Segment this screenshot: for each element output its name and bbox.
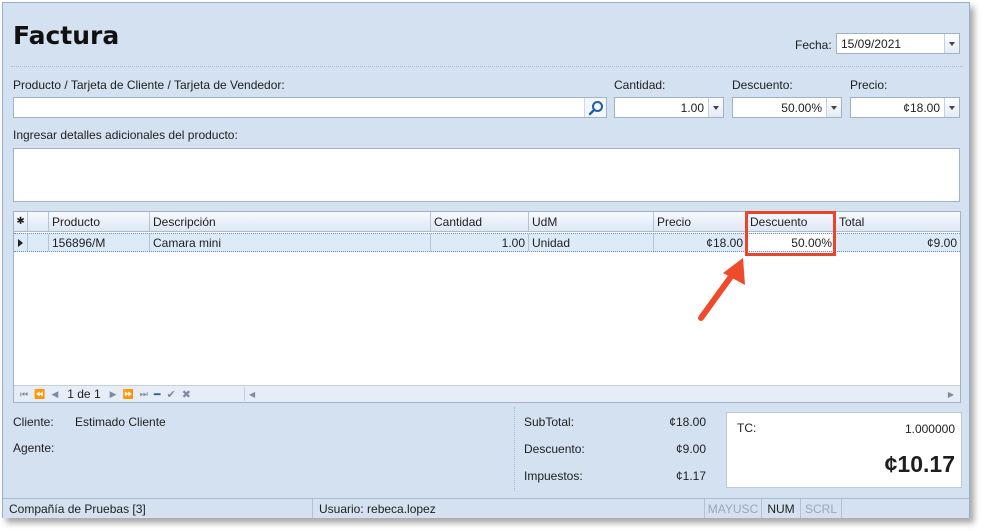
cell-descripcion[interactable]: Camara mini <box>150 234 431 251</box>
indicator-header <box>28 212 49 231</box>
check-icon[interactable]: ✔ <box>167 388 176 401</box>
detalles-textarea[interactable] <box>13 148 960 202</box>
search-icon[interactable] <box>584 98 606 117</box>
impuestos-label: Impuestos: <box>524 469 583 483</box>
agente-label: Agente: <box>13 441 55 455</box>
row-indicator <box>28 234 49 251</box>
chevron-down-icon[interactable] <box>708 98 723 117</box>
last-page-icon[interactable]: ⏭ <box>140 389 148 400</box>
fecha-field[interactable]: 15/09/2021 <box>836 33 960 54</box>
scroll-left-icon[interactable]: ◀ <box>249 390 255 399</box>
first-page-icon[interactable]: ⏮ <box>20 389 28 400</box>
status-mayusc: MAYUSC <box>705 499 762 518</box>
pager-text: 1 de 1 <box>67 387 101 401</box>
cell-producto[interactable]: 156896/M <box>49 234 150 251</box>
cantidad-value: 1.00 <box>680 100 704 115</box>
cell-precio[interactable]: ¢18.00 <box>654 234 747 251</box>
page-title: Factura <box>13 21 120 50</box>
cell-udm[interactable]: Unidad <box>529 234 654 251</box>
status-bar: Compañía de Pruebas [3] Usuario: rebeca.… <box>3 498 969 518</box>
impuestos-value: ¢1.17 <box>675 469 706 483</box>
next-page-group-icon[interactable]: ⏩ <box>123 389 134 400</box>
cliente-value: Estimado Cliente <box>75 415 166 429</box>
tc-label: TC: <box>737 421 757 435</box>
summary-descuento-value: ¢9.00 <box>675 442 706 456</box>
col-header-total[interactable]: Total <box>836 212 960 231</box>
new-row-icon[interactable]: ✱ <box>14 212 28 231</box>
cliente-label: Cliente: <box>13 415 54 429</box>
close-icon[interactable]: ✖ <box>182 388 191 401</box>
total-panel: TC: 1.000000 ¢10.17 <box>726 412 962 488</box>
cell-total[interactable]: ¢9.00 <box>836 234 960 251</box>
col-header-udm[interactable]: UdM <box>529 212 654 231</box>
fecha-value: 15/09/2021 <box>841 36 902 51</box>
grid-navigator: ⏮ ⏪ ◀ 1 de 1 ▶ ⏩ ⏭ ━ ✔ ✖ ◀ ▶ <box>14 385 960 402</box>
remove-icon[interactable]: ━ <box>154 388 161 401</box>
descuento-value: 50.00% <box>781 100 822 115</box>
summary-descuento-label: Descuento: <box>524 442 585 456</box>
chevron-down-icon[interactable] <box>944 34 959 53</box>
highlight-box <box>745 211 836 256</box>
detalles-label: Ingresar detalles adicionales del produc… <box>13 128 238 142</box>
tc-value: 1.000000 <box>904 422 955 436</box>
fecha-label: Fecha: <box>795 38 832 52</box>
summary-divider <box>514 407 515 491</box>
precio-field[interactable]: ¢18.00 <box>850 97 960 118</box>
status-user: Usuario: rebeca.lopez <box>313 499 705 518</box>
producto-label: Producto / Tarjeta de Cliente / Tarjeta … <box>13 78 285 92</box>
status-company: Compañía de Pruebas [3] <box>3 499 313 518</box>
descuento-field[interactable]: 50.00% <box>732 97 842 118</box>
row-pointer-icon <box>14 234 28 251</box>
status-scrl: SCRL <box>801 499 842 518</box>
cell-cantidad[interactable]: 1.00 <box>431 234 529 251</box>
subtotal-value: ¢18.00 <box>669 415 706 429</box>
arrow-annotation-icon <box>698 258 745 321</box>
producto-input[interactable] <box>13 97 607 118</box>
col-header-descripcion[interactable]: Descripción <box>150 212 431 231</box>
next-page-icon[interactable]: ▶ <box>110 389 117 400</box>
col-header-precio[interactable]: Precio <box>654 212 747 231</box>
prev-page-group-icon[interactable]: ⏪ <box>34 389 45 400</box>
precio-label: Precio: <box>850 78 888 92</box>
descuento-label: Descuento: <box>732 78 793 92</box>
invoice-window: Factura Fecha: 15/09/2021 Producto / Tar… <box>2 2 970 518</box>
divider <box>11 66 963 67</box>
prev-page-icon[interactable]: ◀ <box>51 389 58 400</box>
subtotal-label: SubTotal: <box>524 415 575 429</box>
cantidad-label: Cantidad: <box>614 78 666 92</box>
total-value: ¢10.17 <box>884 451 955 477</box>
chevron-down-icon[interactable] <box>826 98 841 117</box>
col-header-producto[interactable]: Producto <box>49 212 150 231</box>
status-num: NUM <box>762 499 801 518</box>
col-header-cantidad[interactable]: Cantidad <box>431 212 529 231</box>
chevron-down-icon[interactable] <box>944 98 959 117</box>
scroll-right-icon[interactable]: ▶ <box>948 390 954 399</box>
cantidad-field[interactable]: 1.00 <box>614 97 724 118</box>
precio-value: ¢18.00 <box>903 100 940 115</box>
